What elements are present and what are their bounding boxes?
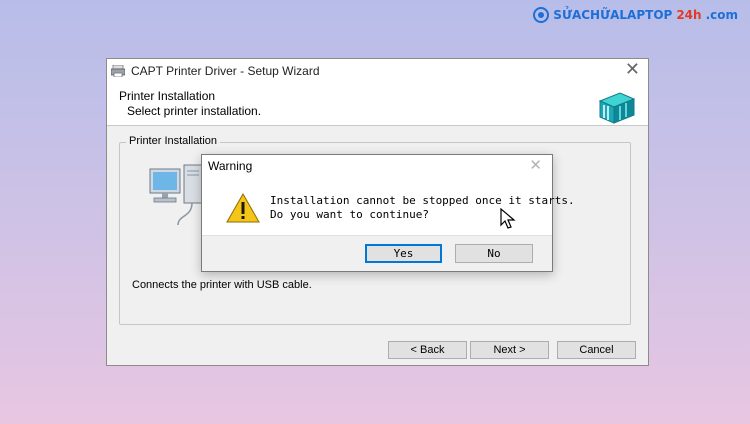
header-title: Printer Installation <box>119 89 216 103</box>
no-button[interactable]: No <box>455 244 533 263</box>
install-package-icon <box>598 92 636 124</box>
dialog-button-bar: Yes No <box>202 235 552 271</box>
window-close-icon[interactable]: ✕ <box>625 61 640 79</box>
brand-text-24h: 24h <box>676 8 702 22</box>
brand-text-domain: .com <box>705 8 738 22</box>
printer-app-icon <box>111 65 125 77</box>
brand-text-main: SỬACHỮALAPTOP <box>553 8 673 22</box>
brand-logo: SỬACHỮALAPTOP 24h .com <box>533 5 738 25</box>
group-label: Printer Installation <box>126 135 221 147</box>
back-button[interactable]: < Back <box>388 341 467 359</box>
dialog-message: Installation cannot be stopped once it s… <box>270 194 575 222</box>
next-button[interactable]: Next > <box>470 341 549 359</box>
dialog-close-icon[interactable]: ✕ <box>529 156 542 174</box>
brand-mark-icon <box>533 7 550 23</box>
message-line-1: Installation cannot be stopped once it s… <box>270 194 575 207</box>
dialog-title: Warning <box>208 159 253 173</box>
warning-icon <box>226 193 260 223</box>
window-title: CAPT Printer Driver - Setup Wizard <box>131 64 320 78</box>
yes-button[interactable]: Yes <box>365 244 442 263</box>
title-bar[interactable]: CAPT Printer Driver - Setup Wizard ✕ <box>107 59 648 83</box>
usb-connection-description: Connects the printer with USB cable. <box>132 279 312 291</box>
cancel-button[interactable]: Cancel <box>557 341 636 359</box>
message-line-2: Do you want to continue? <box>270 208 429 221</box>
header-subtitle: Select printer installation. <box>127 104 262 118</box>
mouse-cursor-icon <box>500 208 516 229</box>
